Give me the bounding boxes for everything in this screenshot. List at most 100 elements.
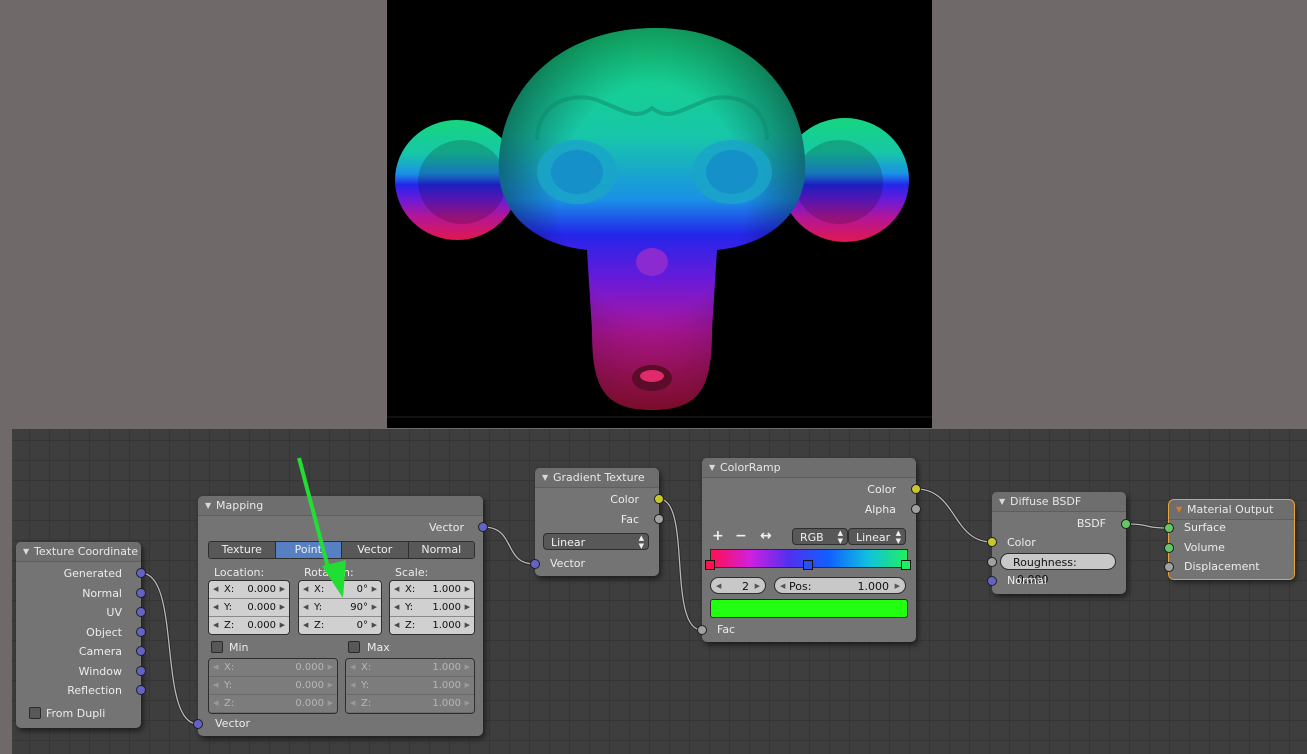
socket-roughness-in[interactable] [987,557,997,567]
input-vector-label: Vector [215,717,251,730]
node-title: ColorRamp [720,461,781,474]
collapse-triangle-icon[interactable]: ▼ [709,458,720,477]
max-fields[interactable]: ◀ X: 1.000 ▶ ◀ Y: 1.000 ▶ ◀ Z: 1.000 ▶ [345,658,475,714]
collapse-triangle-icon[interactable]: ▼ [999,492,1010,511]
node-title: Gradient Texture [553,471,645,484]
socket-camera[interactable] [136,646,146,656]
output-color: Color [610,493,639,506]
socket-window[interactable] [136,666,146,676]
min-checkbox[interactable] [211,641,223,653]
colorramp-header[interactable]: ▼ ColorRamp [702,458,916,478]
color-stop-green[interactable] [901,560,911,570]
scale-y-field[interactable]: ◀ Y: 1.000 ▶ [390,599,474,617]
min-y-field[interactable]: ◀ Y: 0.000 ▶ [209,677,337,695]
roughness-field[interactable]: Roughness: 0.000 [1000,553,1116,586]
socket-surface-in[interactable] [1164,523,1174,533]
collapse-triangle-icon[interactable]: ▼ [23,542,34,561]
pos-label: Pos: [789,580,812,593]
color-mode-dropdown[interactable]: RGB ▲ ▼ [792,528,848,545]
from-dupli-checkbox[interactable] [29,707,41,719]
diffuse-bsdf-node[interactable]: ▼ Diffuse BSDF BSDF Color Roughness: 0.00… [987,492,1131,594]
rotation-x-field[interactable]: ◀ X: 0° ▶ [299,581,381,599]
socket-mapping-vector-out[interactable] [478,522,488,532]
color-stop-red[interactable] [705,560,715,570]
active-stop-field[interactable]: ◀ 2 ▶ [710,577,766,594]
updown-arrows-icon: ▲ ▼ [895,529,901,545]
gradient-type-dropdown[interactable]: Linear ▲ ▼ [543,533,649,550]
colorramp-node[interactable]: ▼ ColorRamp Color Alpha + − ↔ RGB ▲ ▼ Line… [697,458,921,642]
max-label: Max [367,641,390,654]
gradient-texture-node[interactable]: ▼ Gradient Texture Color Fac Linear ▲ ▼ Ve… [530,468,664,576]
scale-x-field[interactable]: ◀ X: 1.000 ▶ [390,581,474,599]
socket-generated[interactable] [136,568,146,578]
scale-z-field[interactable]: ◀ Z: 1.000 ▶ [390,617,474,634]
mode-vector-button[interactable]: Vector [342,542,409,558]
socket-displacement-in[interactable] [1164,562,1174,572]
scale-fields[interactable]: ◀ X: 1.000 ▶ ◀ Y: 1.000 ▶ ◀ Z: 1.000 ▶ [389,580,475,635]
socket-ramp-alpha-out[interactable] [911,504,921,514]
rotation-z-field[interactable]: ◀ Z: 0° ▶ [299,617,381,634]
socket-uv[interactable] [136,607,146,617]
mapping-mode-selector[interactable]: Texture Point Vector Normal [208,541,475,559]
socket-gradient-vector-in[interactable] [530,559,540,569]
max-z-field[interactable]: ◀ Z: 1.000 ▶ [346,695,474,713]
texture-coordinate-node[interactable]: ▼ Texture Coordinate Generated Normal UV … [16,542,146,728]
collapse-triangle-icon[interactable]: ▼ [1176,500,1187,519]
mapping-header[interactable]: ▼ Mapping [198,496,483,516]
node-title: Material Output [1187,503,1274,516]
interpolation-dropdown[interactable]: Linear ▲ ▼ [848,528,906,545]
socket-diffuse-normal-in[interactable] [987,576,997,586]
input-vector-label: Vector [550,557,586,570]
output-uv: UV [106,606,122,619]
location-fields[interactable]: ◀ X: 0.000 ▶ ◀ Y: 0.000 ▶ ◀ Z: 0.000 ▶ [208,580,290,635]
socket-volume-in[interactable] [1164,543,1174,553]
mapping-node[interactable]: ▼ Mapping Vector Texture Point Vector Nor… [193,496,488,736]
socket-reflection[interactable] [136,685,146,695]
add-stop-button[interactable]: + [712,528,724,544]
socket-gradient-fac-out[interactable] [654,514,664,524]
output-camera: Camera [78,645,122,658]
max-y-field[interactable]: ◀ Y: 1.000 ▶ [346,677,474,695]
min-fields[interactable]: ◀ X: 0.000 ▶ ◀ Y: 0.000 ▶ ◀ Z: 0.000 ▶ [208,658,338,714]
suzanne-render [387,27,932,418]
max-checkbox[interactable] [348,641,360,653]
stop-color-swatch[interactable] [710,599,908,618]
mode-point-button[interactable]: Point [275,542,342,558]
output-normal: Normal [82,587,122,600]
max-x-field[interactable]: ◀ X: 1.000 ▶ [346,659,474,677]
location-y-field[interactable]: ◀ Y: 0.000 ▶ [209,599,289,617]
texture-coordinate-header[interactable]: ▼ Texture Coordinate [16,542,141,562]
flip-ramp-button[interactable]: ↔ [760,528,772,544]
socket-bsdf-out[interactable] [1121,519,1131,529]
output-bsdf: BSDF [1076,517,1106,530]
diffuse-bsdf-header[interactable]: ▼ Diffuse BSDF [992,492,1126,512]
stop-position-field[interactable]: ◀ Pos: 1.000 ▶ [774,577,906,594]
mode-texture-button[interactable]: Texture [209,542,276,558]
output-fac: Fac [620,513,639,526]
location-z-field[interactable]: ◀ Z: 0.000 ▶ [209,617,289,634]
remove-stop-button[interactable]: − [735,528,747,544]
rotation-y-field[interactable]: ◀ Y: 90° ▶ [299,599,381,617]
min-x-field[interactable]: ◀ X: 0.000 ▶ [209,659,337,677]
socket-mapping-vector-in[interactable] [193,719,203,729]
pos-value: 1.000 [857,580,890,593]
rotation-fields[interactable]: ◀ X: 0° ▶ ◀ Y: 90° ▶ ◀ Z: 0° ▶ [298,580,382,635]
collapse-triangle-icon[interactable]: ▼ [205,496,216,515]
node-editor[interactable]: ▼ Texture Coordinate Generated Normal UV … [12,429,1307,754]
material-output-node[interactable]: ▼ Material Output Surface Volume Displace… [1164,499,1295,580]
socket-ramp-fac-in[interactable] [697,625,707,635]
min-z-field[interactable]: ◀ Z: 0.000 ▶ [209,695,337,713]
material-output-header[interactable]: ▼ Material Output [1169,500,1294,520]
color-stop-blue[interactable] [803,560,813,570]
socket-gradient-color-out[interactable] [654,494,664,504]
location-x-field[interactable]: ◀ X: 0.000 ▶ [209,581,289,599]
gradient-texture-header[interactable]: ▼ Gradient Texture [535,468,659,488]
mode-normal-button[interactable]: Normal [408,542,474,558]
gradient-type-value: Linear [551,536,586,549]
socket-object[interactable] [136,627,146,637]
socket-diffuse-color-in[interactable] [987,537,997,547]
collapse-triangle-icon[interactable]: ▼ [542,468,553,487]
socket-normal[interactable] [136,588,146,598]
node-title: Texture Coordinate [34,545,139,558]
socket-ramp-color-out[interactable] [911,484,921,494]
